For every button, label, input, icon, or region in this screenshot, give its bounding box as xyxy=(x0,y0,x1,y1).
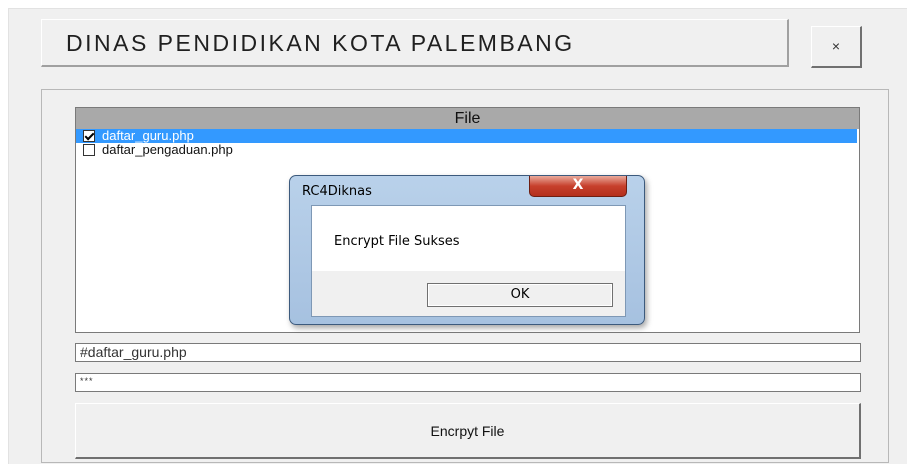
dialog-message: Encrypt File Sukses xyxy=(334,234,460,249)
dialog-footer: OK xyxy=(312,271,625,316)
list-item-label: daftar_guru.php xyxy=(102,128,194,143)
list-item[interactable]: daftar_guru.php xyxy=(76,129,857,143)
dialog-close-button[interactable]: X xyxy=(529,176,627,197)
password-field[interactable]: *** xyxy=(75,373,861,392)
title-panel: DINAS PENDIDIKAN KOTA PALEMBANG xyxy=(41,19,789,67)
file-path-field[interactable]: #daftar_guru.php xyxy=(75,343,861,362)
ok-button[interactable]: OK xyxy=(427,283,613,307)
close-button[interactable]: × xyxy=(811,26,862,68)
column-header-file[interactable]: File xyxy=(76,108,859,129)
checkbox[interactable] xyxy=(83,144,95,156)
list-item[interactable]: daftar_pengaduan.php xyxy=(76,143,859,157)
checkbox[interactable] xyxy=(83,130,95,142)
dialog-body: Encrypt File Sukses OK xyxy=(311,205,626,317)
list-item-label: daftar_pengaduan.php xyxy=(102,142,233,157)
dialog-title: RC4Diknas xyxy=(302,184,372,199)
page-title: DINAS PENDIDIKAN KOTA PALEMBANG xyxy=(66,30,575,56)
encrypt-file-button[interactable]: Encrpyt File xyxy=(75,403,861,459)
message-dialog: RC4Diknas X Encrypt File Sukses OK xyxy=(289,175,645,325)
close-icon: X xyxy=(572,177,584,193)
close-icon: × xyxy=(831,38,841,54)
